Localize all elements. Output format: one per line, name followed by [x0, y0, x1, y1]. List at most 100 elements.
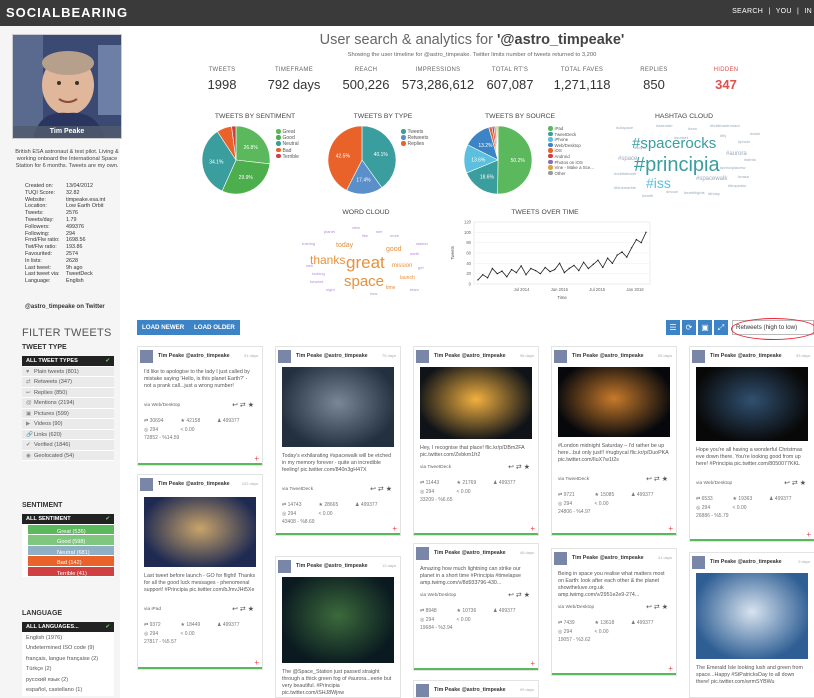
- add-icon[interactable]: +: [530, 659, 535, 668]
- add-icon[interactable]: +: [392, 524, 397, 533]
- hashtag-word[interactable]: #dark: [750, 132, 760, 136]
- tweet-image[interactable]: [282, 577, 394, 663]
- tweet-card[interactable]: Tim Peake @astro_timpeake 46 days Amazing …: [413, 543, 539, 671]
- type-filter-item[interactable]: ▶ Videos (90): [22, 419, 114, 430]
- hashtag-word[interactable]: #earth: [642, 194, 653, 198]
- add-icon[interactable]: +: [254, 454, 259, 463]
- hashtag-word[interactable]: #principia: [634, 155, 720, 175]
- lang-filter-item[interactable]: français, langue française (2): [22, 653, 114, 664]
- hashtag-word[interactable]: #earthlights: [684, 191, 705, 195]
- tweet-avatar[interactable]: [140, 350, 153, 363]
- sent-filter-item[interactable]: Neutral (681): [22, 545, 114, 556]
- tweet-user[interactable]: Tim Peake @astro_timpeake: [434, 550, 506, 556]
- tweet-card[interactable]: Tim Peake @astro_timpeake 75 days Today's …: [275, 346, 401, 536]
- cloud-word[interactable]: launch: [400, 276, 415, 281]
- legend-item[interactable]: Terrible: [276, 153, 299, 160]
- tweet-image[interactable]: [144, 497, 256, 567]
- cloud-word[interactable]: well: [306, 264, 313, 268]
- tweet-user[interactable]: Tim Peake @astro_timpeake: [434, 687, 506, 693]
- tweet-user[interactable]: Tim Peake @astro_timpeake: [158, 481, 230, 487]
- type-filter-item[interactable]: 🔗Links (620): [22, 429, 114, 440]
- hashtag-word[interactable]: #orbitalearth: [614, 172, 636, 176]
- legend-item[interactable]: Other: [548, 170, 594, 177]
- type-filter-item[interactable]: ALL TWEET TYPES ✔: [22, 356, 114, 367]
- nav-you-link[interactable]: YOU: [776, 8, 792, 15]
- cloud-word[interactable]: night: [326, 288, 335, 292]
- hashtag-word[interactable]: #soyuz: [634, 146, 647, 150]
- tweet-actions[interactable]: ↩ ⇄ ★: [646, 475, 668, 483]
- lang-filter-item[interactable]: русский язык (2): [22, 674, 114, 685]
- lang-filter-item[interactable]: Türkçe (2): [22, 664, 114, 675]
- hashtag-word[interactable]: #bluemarble: [614, 186, 636, 190]
- sent-filter-item[interactable]: Great (536): [22, 524, 114, 535]
- tweet-user[interactable]: Tim Peake @astro_timpeake: [572, 555, 644, 561]
- tweet-actions[interactable]: ↩ ⇄ ★: [232, 605, 254, 613]
- sent-filter-item[interactable]: Good (598): [22, 535, 114, 546]
- stat-value[interactable]: timpeake.esa.int: [66, 197, 105, 204]
- cloud-word[interactable]: new: [370, 292, 377, 296]
- tweet-avatar[interactable]: [692, 350, 705, 363]
- hashtag-word[interactable]: #fly: [720, 134, 726, 138]
- add-icon[interactable]: +: [806, 530, 811, 539]
- tweet-image[interactable]: [420, 367, 532, 439]
- tweet-avatar[interactable]: [692, 556, 705, 569]
- cloud-word[interactable]: mission: [392, 263, 412, 269]
- load-newer-button[interactable]: LOAD NEWER: [137, 320, 190, 335]
- tweet-image[interactable]: [558, 367, 670, 437]
- app-logo[interactable]: SOCIALBEARING: [6, 5, 128, 20]
- tweet-card[interactable]: Tim Peake @astro_timpeake 41 days Being in…: [551, 548, 677, 676]
- twitter-profile-link[interactable]: @astro_timpeake on Twitter: [25, 304, 105, 310]
- tweet-card[interactable]: Tim Peake @astro_timpeake 93 days Hope you…: [689, 346, 814, 542]
- type-filter-item[interactable]: ▣ Pictures (599): [22, 408, 114, 419]
- tweet-avatar[interactable]: [416, 350, 429, 363]
- hashtag-word[interactable]: #stinta: [744, 158, 756, 162]
- tweet-user[interactable]: Tim Peake @astro_timpeake: [572, 353, 644, 359]
- sent-filter-item[interactable]: ALL SENTIMENT ✔: [22, 514, 114, 525]
- add-icon[interactable]: +: [668, 664, 673, 673]
- tweet-card[interactable]: Tim Peake @astro_timpeake 9 days The Emera…: [689, 552, 814, 698]
- cloud-word[interactable]: space: [344, 274, 384, 289]
- add-icon[interactable]: +: [530, 524, 535, 533]
- load-older-button[interactable]: LOAD OLDER: [189, 320, 240, 335]
- cloud-word[interactable]: see: [376, 230, 382, 234]
- refresh-icon[interactable]: ⟳: [682, 320, 696, 335]
- tweet-avatar[interactable]: [278, 560, 291, 573]
- tweet-avatar[interactable]: [554, 350, 567, 363]
- tweet-card[interactable]: Tim Peake @astro_timpeake 91 days I'd like…: [137, 346, 263, 466]
- hashtag-word[interactable]: #esa: [688, 127, 697, 131]
- cloud-word[interactable]: like: [362, 234, 368, 238]
- cloud-word[interactable]: looking: [312, 272, 325, 276]
- type-filter-item[interactable]: ◉ Geolocated (54): [22, 450, 114, 461]
- cloud-word[interactable]: team: [410, 288, 419, 292]
- tweet-actions[interactable]: ↩ ⇄ ★: [784, 479, 806, 487]
- nav-search-link[interactable]: SEARCH: [732, 8, 763, 15]
- tweet-card[interactable]: Tim Peake @astro_timpeake 96 days Hey, I r…: [413, 346, 539, 536]
- tweet-card[interactable]: Tim Peake @astro_timpeake 12 days The @Spa…: [275, 556, 401, 698]
- tweet-user[interactable]: Tim Peake @astro_timpeake: [710, 559, 782, 565]
- hashtag-word[interactable]: #sunset: [674, 136, 688, 140]
- tweet-image[interactable]: [282, 367, 394, 447]
- cloud-word[interactable]: today: [336, 242, 353, 249]
- tweet-actions[interactable]: ↩ ⇄ ★: [646, 603, 668, 611]
- hashtag-word[interactable]: #timpeake: [728, 184, 746, 188]
- cloud-word[interactable]: good: [386, 246, 402, 253]
- hashtag-word[interactable]: #principiacrew: [720, 166, 746, 170]
- tweet-avatar[interactable]: [140, 478, 153, 491]
- add-icon[interactable]: +: [254, 658, 259, 667]
- hashtag-word[interactable]: #friday: [708, 192, 720, 196]
- type-filter-item[interactable]: ✔ Verified (1846): [22, 440, 114, 451]
- legend-item[interactable]: Replies: [401, 141, 428, 147]
- type-filter-item[interactable]: ♥ Plain tweets (801): [22, 366, 114, 377]
- hashtag-word[interactable]: #space: [618, 156, 637, 162]
- sent-filter-item[interactable]: Terrible (41): [22, 566, 114, 577]
- tweet-actions[interactable]: ↩ ⇄ ★: [508, 591, 530, 599]
- image-view-icon[interactable]: ▣: [698, 320, 712, 335]
- lang-filter-item[interactable]: English (1976): [22, 632, 114, 643]
- expand-icon[interactable]: ⤢: [714, 320, 728, 335]
- sent-filter-item[interactable]: Bad (142): [22, 556, 114, 567]
- tweet-avatar[interactable]: [278, 350, 291, 363]
- hashtag-word[interactable]: #iss: [646, 176, 671, 190]
- cloud-word[interactable]: time: [386, 286, 395, 291]
- tweet-avatar[interactable]: [416, 547, 429, 560]
- type-filter-item[interactable]: ↩ Replies (850): [22, 387, 114, 398]
